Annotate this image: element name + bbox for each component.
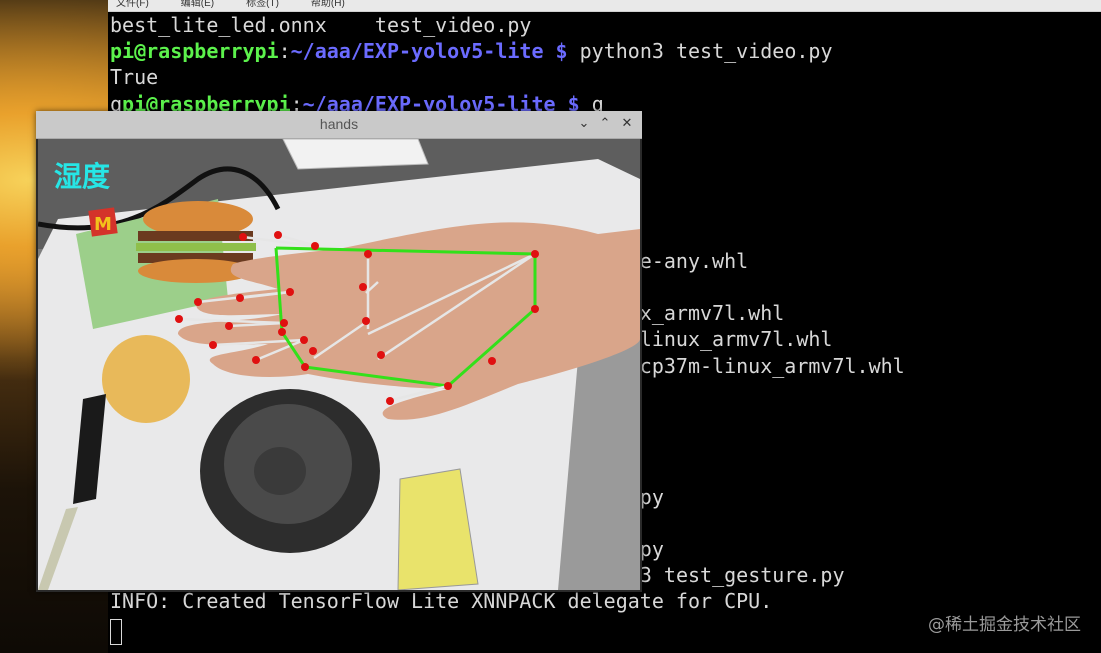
landmark-point (209, 341, 217, 349)
landmark-point (280, 319, 288, 327)
minimize-icon[interactable]: ⌄ (576, 116, 592, 132)
landmark-point (301, 363, 309, 371)
terminal-line: best_lite_led.onnx test_video.py (110, 12, 531, 38)
landmark-point (311, 242, 319, 250)
burger-patty (138, 231, 253, 241)
landmark-point (531, 250, 539, 258)
landmark-point (364, 250, 372, 258)
hands-window-title: hands (319, 116, 359, 132)
landmark-point (300, 336, 308, 344)
camera-feed: M 湿度 (38, 139, 640, 590)
landmark-point (309, 347, 317, 355)
landmark-point (531, 305, 539, 313)
watermark: @稀土掘金技术社区 (928, 615, 1081, 635)
landmark-point (252, 356, 260, 364)
terminal-text: True (110, 65, 159, 90)
landmark-point (239, 233, 247, 241)
prompt-path: ~/aaa/EXP-yolov5-lite $ (290, 39, 568, 64)
terminal-text: python3 test_video.py (567, 39, 833, 64)
landmark-point (386, 397, 394, 405)
menu-item[interactable]: 帮助(H) (303, 0, 345, 9)
terminal-line: True (110, 64, 158, 90)
camera-scene: M (38, 139, 640, 590)
terminal-menubar: 文件(F) 编辑(E) 标签(T) 帮助(H) (108, 0, 1101, 12)
humidity-overlay-label: 湿度 (54, 160, 111, 193)
white-device (282, 139, 429, 170)
burger-lettuce (136, 243, 256, 251)
landmark-point (444, 382, 452, 390)
maximize-icon[interactable]: ⌃ (597, 116, 613, 132)
menu-item[interactable]: 编辑(E) (173, 0, 214, 9)
landmark-point (278, 328, 286, 336)
terminal-line: pi@raspberrypi:~/aaa/EXP-yolov5-lite $ p… (110, 38, 832, 64)
menu-item[interactable]: 标签(T) (238, 0, 279, 9)
landmark-point (286, 288, 294, 296)
terminal-text: best_lite_led.onnx test_video.py (110, 13, 532, 37)
yellow-ball (102, 335, 190, 423)
landmark-point (377, 351, 385, 359)
terminal-text: : (278, 39, 291, 64)
landmark-point (194, 298, 202, 306)
terminal-line: INFO: Created TensorFlow Lite XNNPACK de… (110, 588, 772, 614)
terminal-cursor (110, 619, 122, 645)
menu-item[interactable]: 文件(F) (108, 0, 149, 9)
logo-letter: M (94, 214, 112, 235)
landmark-point (359, 283, 367, 291)
prompt-user: pi@raspberrypi (110, 39, 279, 64)
landmark-point (488, 357, 496, 365)
terminal-text: INFO: Created TensorFlow Lite XNNPACK de… (110, 589, 773, 614)
landmark-point (225, 322, 233, 330)
speaker-button (254, 447, 306, 495)
hands-window[interactable]: hands ⌄ ⌃ ✕ M 湿度 (36, 111, 642, 592)
landmark-point (274, 231, 282, 239)
landmark-point (362, 317, 370, 325)
hands-titlebar[interactable]: hands ⌄ ⌃ ✕ (36, 111, 642, 139)
landmark-point (175, 315, 183, 323)
close-icon[interactable]: ✕ (619, 116, 635, 132)
landmark-point (236, 294, 244, 302)
